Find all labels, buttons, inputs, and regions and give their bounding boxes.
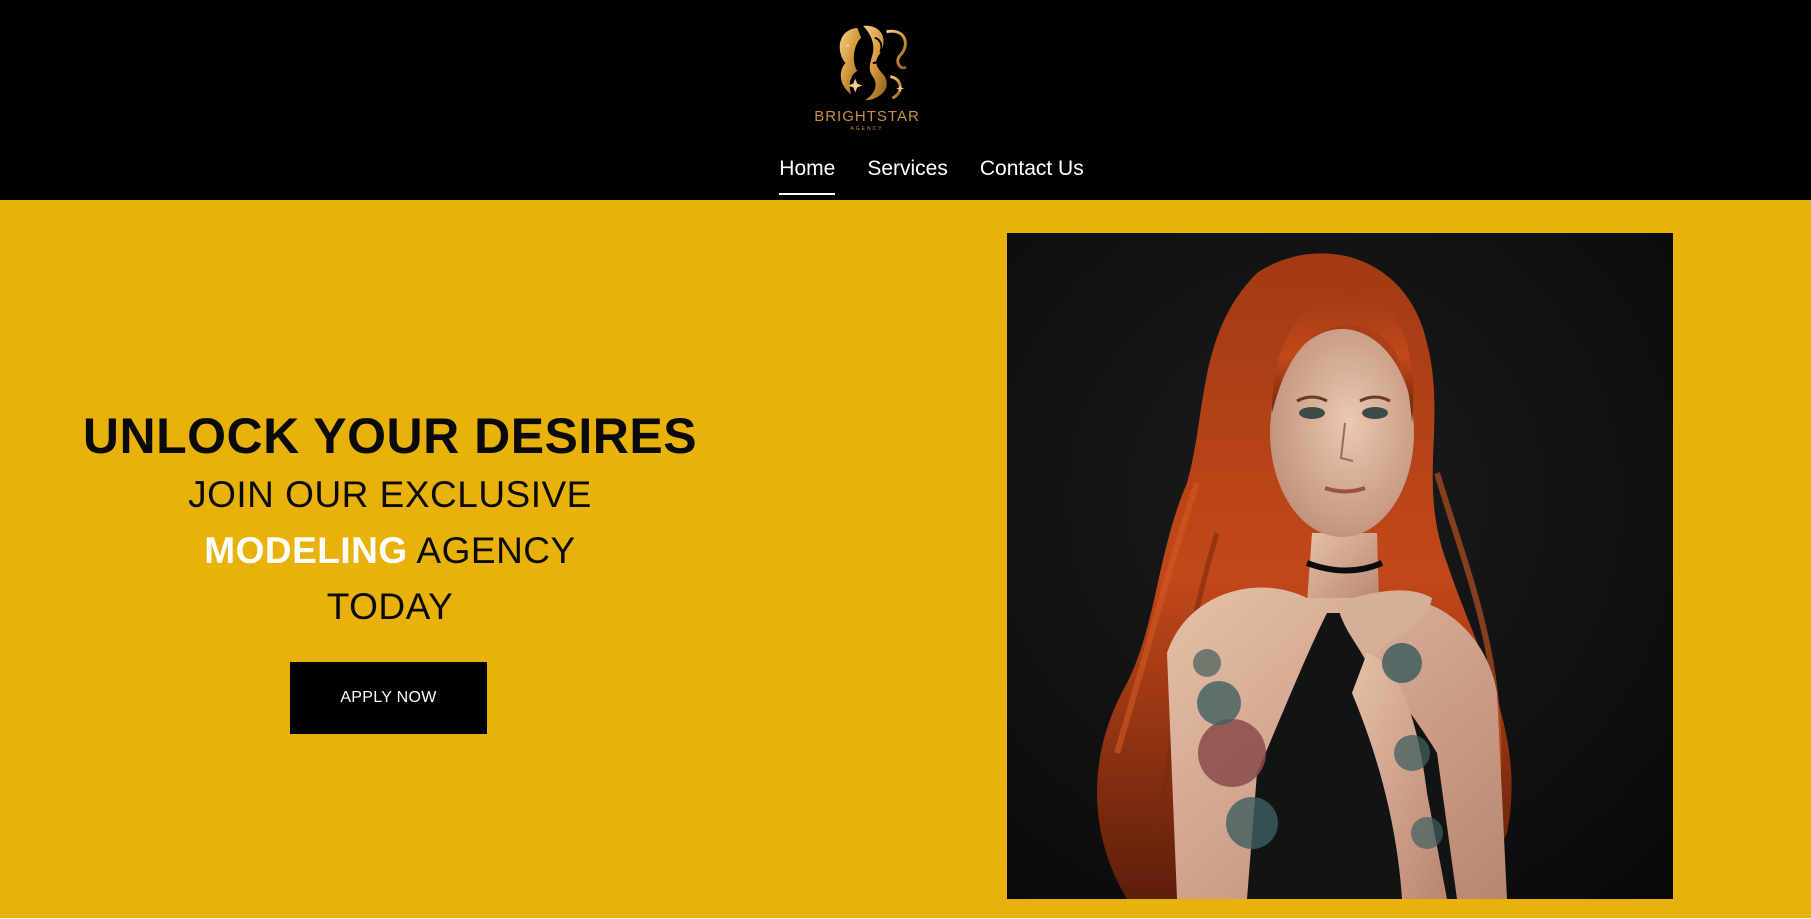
brand-logo[interactable]: BRIGHTSTAR AGENCY	[814, 22, 920, 132]
nav-item-contact-us[interactable]: Contact Us	[980, 150, 1084, 195]
apply-now-button[interactable]: APPLY NOW	[290, 662, 487, 734]
nav-item-home[interactable]: Home	[779, 150, 836, 195]
woman-silhouette-logo-icon	[839, 25, 907, 101]
logo-brand-name: BRIGHTSTAR	[814, 108, 920, 125]
hero-subline-2-rest: AGENCY	[407, 530, 576, 571]
hero-headline: UNLOCK YOUR DESIRES	[82, 408, 698, 464]
hero-highlight-word: MODELING	[204, 530, 408, 571]
hero-model-photo	[1007, 233, 1673, 899]
hero-subline-1: JOIN OUR EXCLUSIVE	[188, 474, 592, 515]
logo-brand-subtitle: AGENCY	[850, 126, 884, 132]
site-header: BRIGHTSTAR AGENCY Home Services Contact …	[0, 0, 1811, 200]
hero-text: UNLOCK YOUR DESIRES JOIN OUR EXCLUSIVE M…	[60, 405, 720, 635]
main-navigation: Home Services Contact Us	[0, 150, 1811, 200]
hero-subline-2: MODELING AGENCY	[60, 523, 720, 579]
nav-item-services[interactable]: Services	[867, 150, 948, 195]
hero-subline-3: TODAY	[326, 586, 454, 627]
